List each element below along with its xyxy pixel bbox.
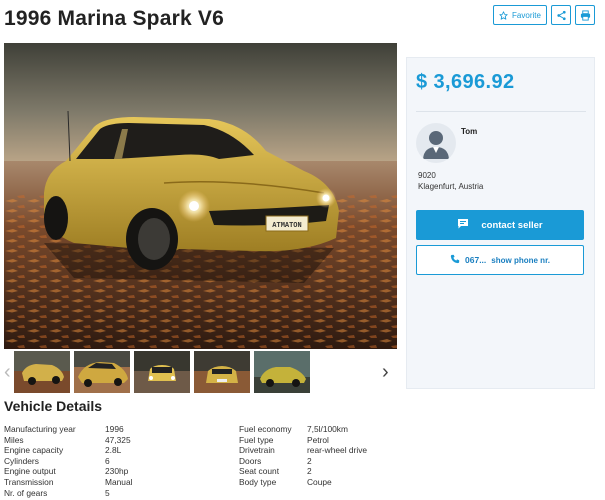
divider: [416, 111, 586, 112]
detail-row: Fuel economy 7,5l/100km: [239, 424, 367, 435]
detail-value: 6: [105, 455, 110, 466]
car-photo-image: ATMATON: [4, 43, 397, 349]
thumbnail[interactable]: [134, 351, 190, 393]
detail-value: 2: [307, 466, 312, 477]
share-button[interactable]: [551, 5, 571, 25]
details-column-left: Manufacturing year 1996 Miles 47,325 Engin…: [4, 424, 132, 498]
detail-value: 2.8L: [105, 445, 122, 456]
detail-row: Cylinders 6: [4, 456, 132, 467]
detail-label: Seat count: [239, 466, 280, 477]
detail-row: Fuel type Petrol: [239, 435, 367, 446]
thumbnail[interactable]: [194, 351, 250, 393]
detail-value: Manual: [105, 476, 133, 487]
detail-label: Miles: [4, 434, 24, 445]
detail-row: Miles 47,325: [4, 435, 132, 446]
contact-seller-label: contact seller: [481, 219, 543, 231]
chevron-left-icon[interactable]: ‹: [4, 362, 11, 382]
print-button[interactable]: [575, 5, 595, 25]
detail-row: Manufacturing year 1996: [4, 424, 132, 435]
detail-value: 5: [105, 487, 110, 498]
detail-value: 7,5l/100km: [307, 424, 348, 434]
chat-icon: [457, 218, 469, 232]
seller-name: Tom: [461, 127, 478, 136]
contact-seller-button[interactable]: contact seller: [416, 210, 584, 240]
star-icon: [499, 10, 508, 20]
seller-panel: $ 3,696.92 Tom 9020 Klagenfurt, Austria …: [406, 57, 595, 389]
detail-value: 2: [307, 455, 312, 466]
detail-label: Fuel type: [239, 434, 274, 445]
detail-row: Seat count 2: [239, 466, 367, 477]
chevron-right-icon[interactable]: ›: [382, 362, 389, 382]
detail-value: Coupe: [307, 476, 332, 487]
detail-row: Drivetrain rear-wheel drive: [239, 445, 367, 456]
seller-city: Klagenfurt, Austria: [418, 181, 484, 191]
detail-row: Nr. of gears 5: [4, 488, 132, 499]
detail-label: Cylinders: [4, 455, 39, 466]
detail-value: Petrol: [307, 434, 329, 445]
detail-value: 230hp: [105, 466, 129, 477]
detail-value: 47,325: [105, 434, 131, 445]
detail-row: Engine output 230hp: [4, 466, 132, 477]
printer-icon: [580, 9, 591, 21]
favorite-label: Favorite: [512, 10, 541, 20]
phone-partial: 067...: [465, 255, 487, 265]
detail-label: Transmission: [4, 476, 54, 487]
main-photo[interactable]: ATMATON: [4, 43, 397, 349]
detail-row: Transmission Manual: [4, 477, 132, 488]
seller-postcode: 9020: [418, 171, 436, 180]
thumbnail[interactable]: [74, 351, 130, 393]
favorite-button[interactable]: Favorite: [493, 5, 547, 25]
show-phone-label: show phone nr.: [491, 255, 550, 265]
thumbnail[interactable]: [14, 351, 70, 393]
detail-label: Engine capacity: [4, 445, 64, 456]
user-icon: [423, 131, 449, 159]
details-column-right: Fuel economy 7,5l/100km Fuel type Petrol D…: [239, 424, 367, 488]
detail-label: Drivetrain: [239, 445, 275, 456]
detail-label: Nr. of gears: [4, 487, 48, 498]
detail-label: Manufacturing year: [4, 424, 76, 434]
detail-value: 1996: [105, 424, 124, 434]
detail-label: Engine output: [4, 466, 56, 477]
share-icon: [556, 10, 567, 21]
seller-location: 9020 Klagenfurt, Austria: [418, 171, 483, 192]
thumbnail-strip: ‹ ›: [4, 350, 397, 394]
thumbnail[interactable]: [254, 351, 310, 393]
price: $ 3,696.92: [416, 71, 515, 93]
detail-label: Doors: [239, 455, 262, 466]
detail-row: Engine capacity 2.8L: [4, 445, 132, 456]
phone-icon: [450, 254, 460, 266]
listing-actions: Favorite: [493, 5, 595, 25]
detail-value: rear-wheel drive: [307, 445, 368, 456]
detail-row: Body type Coupe: [239, 477, 367, 488]
avatar: [416, 123, 456, 163]
listing-title: 1996 Marina Spark V6: [4, 7, 224, 30]
detail-label: Body type: [239, 476, 277, 487]
show-phone-button[interactable]: 067... show phone nr.: [416, 245, 584, 275]
license-plate: ATMATON: [272, 222, 301, 230]
detail-label: Fuel economy: [239, 424, 292, 434]
detail-row: Doors 2: [239, 456, 367, 467]
vehicle-details-heading: Vehicle Details: [4, 398, 103, 414]
